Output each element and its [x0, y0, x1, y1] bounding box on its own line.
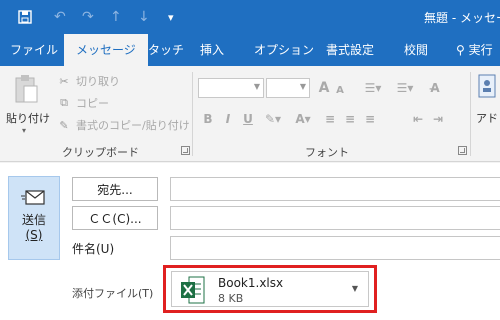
decrease-indent-icon[interactable]: ⇤ [410, 110, 426, 128]
format-painter-label: 書式のコピー/貼り付け [76, 119, 190, 132]
highlight-icon[interactable]: ✎▾ [262, 110, 284, 128]
lightbulb-icon: ⚲ [456, 43, 465, 57]
cut-button[interactable]: ✂ 切り取り [56, 72, 120, 90]
attachment-highlight: Book1.xlsx 8 KB ▼ [163, 265, 377, 313]
clipboard-launcher-icon[interactable] [181, 146, 190, 155]
brush-icon: ✎ [59, 118, 69, 132]
attachment-file-size: 8 KB [218, 292, 244, 305]
font-launcher-icon[interactable] [458, 146, 467, 155]
underline-button[interactable]: U [240, 110, 256, 128]
tab-format-text[interactable]: 書式設定 [326, 34, 374, 66]
attachment-label: 添付ファイル(T) [72, 287, 154, 300]
window-title: 無題 - メッセー [424, 11, 500, 25]
attachment-file-name: Book1.xlsx [218, 276, 284, 290]
paste-button[interactable]: 貼り付け ▾ [4, 72, 50, 136]
to-button[interactable]: 宛先... [72, 177, 158, 201]
chevron-down-icon: ▼ [253, 82, 260, 91]
shrink-font-button[interactable]: A [334, 81, 346, 99]
align-center-icon[interactable]: ≡ [342, 110, 358, 128]
clear-formatting-icon[interactable]: A̶ [424, 79, 446, 97]
to-field[interactable] [170, 177, 500, 201]
save-icon[interactable] [18, 8, 32, 26]
group-divider [470, 72, 471, 156]
previous-item-icon[interactable]: ↑ [110, 8, 122, 26]
envelope-icon [21, 187, 47, 209]
next-item-icon[interactable]: ↓ [138, 8, 150, 26]
group-divider [192, 72, 193, 156]
tab-insert[interactable]: 挿入 [200, 34, 224, 66]
align-right-icon[interactable]: ≡ [362, 110, 378, 128]
format-painter-button[interactable]: ✎ 書式のコピー/貼り付け [56, 116, 190, 134]
tab-tell-me[interactable]: ⚲ 実行 [456, 34, 493, 66]
address-book-button[interactable]: アドレ [474, 72, 500, 132]
send-button[interactable]: 送信 (S) [8, 176, 60, 260]
address-book-label: アドレ [476, 112, 500, 125]
customize-qat-icon[interactable]: ▾ [168, 8, 174, 26]
bullets-icon[interactable]: ☰▾ [360, 79, 386, 97]
numbering-icon[interactable]: ☰▾ [392, 79, 418, 97]
clipboard-group-label: クリップボード [62, 146, 139, 159]
chevron-down-icon[interactable]: ▼ [352, 284, 358, 293]
copy-button[interactable]: ⧉ コピー [56, 94, 109, 112]
copy-label: コピー [76, 97, 109, 110]
cc-field[interactable] [170, 206, 500, 230]
grow-font-button[interactable]: A [316, 79, 332, 97]
send-label: 送信 [21, 213, 46, 227]
italic-button[interactable]: I [220, 110, 236, 128]
ribbon: 貼り付け ▾ ✂ 切り取り ⧉ コピー ✎ 書式のコピー/貼り付け クリップボー… [0, 66, 500, 162]
copy-icon: ⧉ [60, 96, 68, 109]
send-shortcut: (S) [25, 228, 43, 242]
undo-icon[interactable]: ↶ [54, 8, 66, 26]
font-group-label: フォント [305, 146, 349, 159]
tab-touch[interactable]: タッチ [148, 34, 184, 66]
cut-label: 切り取り [76, 75, 120, 88]
font-size-combo[interactable]: ▼ [266, 78, 310, 98]
redo-icon[interactable]: ↷ [82, 8, 94, 26]
increase-indent-icon[interactable]: ⇥ [430, 110, 446, 128]
subject-field[interactable] [170, 236, 500, 260]
align-left-icon[interactable]: ≡ [322, 110, 338, 128]
tell-me-label: 実行 [468, 43, 493, 57]
paste-icon [14, 74, 38, 104]
chevron-down-icon: ▼ [299, 82, 306, 91]
font-name-combo[interactable]: ▼ [198, 78, 264, 98]
subject-label: 件名(U) [72, 242, 115, 256]
ribbon-tabs: ファイル メッセージ タッチ 挿入 オプション 書式設定 校閲 ⚲ 実行 [0, 34, 500, 66]
paste-dropdown-icon: ▾ [22, 126, 27, 135]
tab-message[interactable]: メッセージ [64, 34, 148, 66]
tab-review[interactable]: 校閲 [404, 34, 428, 66]
tab-options[interactable]: オプション [254, 34, 314, 66]
address-book-icon [478, 74, 496, 101]
paste-label: 貼り付け [6, 112, 50, 125]
cc-button[interactable]: ＣＣ(C)... [72, 206, 158, 230]
bold-button[interactable]: B [200, 110, 216, 128]
font-color-icon[interactable]: A▾ [292, 110, 314, 128]
attachment-item[interactable]: Book1.xlsx 8 KB ▼ [171, 271, 369, 307]
excel-file-icon [180, 276, 206, 307]
scissors-icon: ✂ [59, 74, 69, 88]
title-bar: ↶ ↷ ↑ ↓ ▾ 無題 - メッセー [0, 0, 500, 34]
tab-file[interactable]: ファイル [10, 34, 58, 66]
